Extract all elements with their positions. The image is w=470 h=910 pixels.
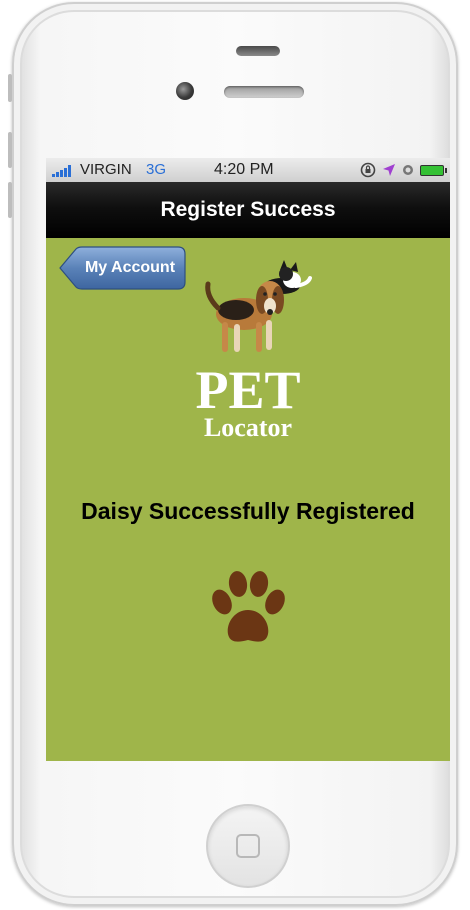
sleep-button (236, 46, 280, 56)
back-button-label: My Account (84, 259, 176, 276)
network-type: 3G (146, 161, 167, 178)
paw-print-icon (212, 571, 285, 642)
rotation-lock-icon (360, 162, 376, 178)
battery-icon (420, 164, 447, 176)
home-square-icon (236, 834, 260, 858)
logo-subtitle: Locator (203, 413, 293, 442)
status-bar: VIRGIN 3G 4:20 PM (46, 158, 450, 182)
front-camera (176, 82, 194, 100)
carrier-name: VIRGIN (80, 161, 132, 178)
my-account-back-button[interactable]: My Account (58, 246, 186, 290)
volume-down-button (8, 182, 12, 218)
earpiece-speaker (224, 86, 304, 98)
navigation-bar: Register Success (46, 182, 450, 238)
logo-title: PET (195, 360, 301, 420)
home-button[interactable] (206, 804, 290, 888)
status-icons (360, 158, 447, 182)
volume-up-button (8, 132, 12, 168)
success-message: Daisy Successfully Registered (81, 498, 415, 524)
status-time: 4:20 PM (214, 161, 274, 178)
alarm-icon (403, 165, 413, 175)
app-screen: VIRGIN 3G 4:20 PM Register Success My Ac… (46, 158, 450, 761)
page-title: Register Success (160, 198, 336, 221)
signal-strength-icon (52, 165, 71, 177)
dog-and-cat-illustration (205, 260, 312, 352)
location-arrow-icon (383, 164, 395, 176)
mute-switch (8, 74, 12, 102)
